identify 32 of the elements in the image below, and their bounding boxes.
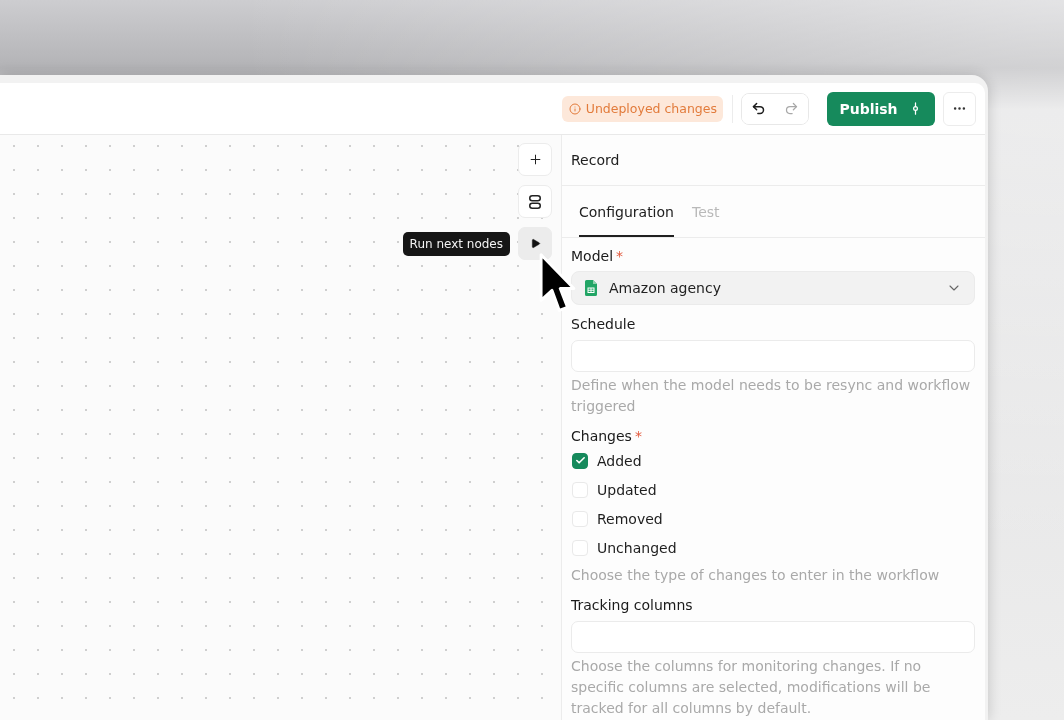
field-label: Model [571, 247, 614, 266]
undo-icon [751, 101, 766, 116]
publish-button[interactable]: Publish [827, 91, 935, 126]
add-button[interactable] [518, 143, 552, 176]
check-icon [574, 455, 586, 466]
help-text: Choose the columns for monitoring changes. If no specific columns are selected, modifications will be tracked for all columns by default. [571, 657, 932, 718]
help-text: Define when the model needs to be resync and workflow triggered [571, 376, 972, 416]
play-icon [529, 238, 541, 249]
checkbox-label: Unchanged [597, 539, 677, 556]
help-text: Choose the type of changes to enter in the workflow [571, 566, 941, 585]
panel-title: Record [571, 152, 620, 168]
field-label: Tracking columns [571, 596, 693, 615]
field-label: Schedule [571, 315, 636, 334]
run-button[interactable] [518, 227, 552, 260]
layout-button[interactable] [518, 185, 552, 218]
stacked-rows-icon [529, 194, 541, 209]
plus-icon [527, 152, 543, 167]
checkbox-label: Removed [597, 510, 663, 527]
redo-icon [784, 101, 799, 116]
checkbox-label: Added [597, 452, 642, 469]
status-text: Undeployed changes [585, 101, 717, 116]
tab[interactable]: Configuration [579, 186, 674, 237]
required-mark: * [616, 247, 624, 266]
required-mark: * [634, 427, 642, 446]
info-icon [568, 102, 581, 115]
checkbox-label: Updated [597, 481, 657, 498]
tooltip: Run next nodes [402, 231, 510, 256]
select-field[interactable]: Amazon agency [571, 271, 975, 305]
more-button[interactable] [943, 91, 976, 126]
checkbox[interactable] [572, 452, 588, 469]
spreadsheet-icon [585, 280, 597, 296]
field-label: Changes [571, 427, 632, 446]
